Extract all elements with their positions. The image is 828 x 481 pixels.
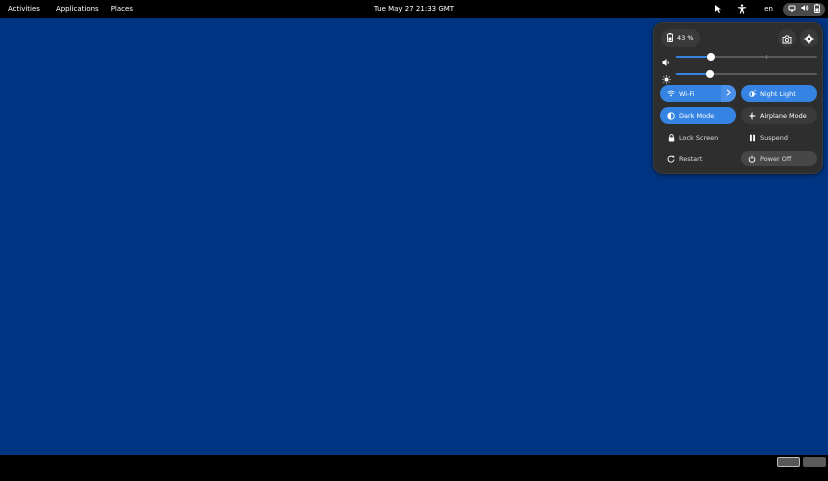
- wifi-menu-arrow[interactable]: [721, 85, 736, 102]
- dark-mode-icon: [666, 111, 676, 120]
- volume-slider[interactable]: [676, 53, 817, 61]
- restart-label: Restart: [679, 154, 703, 163]
- activities-button[interactable]: Activities: [2, 5, 46, 13]
- airplane-mode-toggle[interactable]: Airplane Mode: [741, 107, 817, 124]
- suspend-button[interactable]: Suspend: [741, 130, 817, 145]
- restart-button[interactable]: Restart: [660, 151, 736, 166]
- brightness-slider-handle[interactable]: [705, 70, 714, 78]
- gear-icon: [804, 29, 814, 48]
- airplane-mode-toggle-label: Airplane Mode: [760, 111, 807, 120]
- volume-slider-row: [661, 52, 817, 66]
- dark-mode-toggle[interactable]: Dark Mode: [660, 107, 736, 124]
- volume-slider-handle[interactable]: [707, 53, 716, 61]
- top-bar: Activities Applications Places Tue May 2…: [0, 0, 828, 18]
- clock[interactable]: Tue May 27 21:33 GMT: [374, 0, 454, 18]
- lock-screen-label: Lock Screen: [679, 133, 719, 142]
- brightness-slider[interactable]: [676, 70, 817, 78]
- lock-icon: [666, 133, 676, 142]
- places-menu[interactable]: Places: [105, 5, 139, 13]
- wifi-toggle[interactable]: Wi-Fi: [660, 85, 736, 102]
- airplane-icon: [747, 112, 757, 120]
- settings-button[interactable]: [800, 29, 818, 47]
- dark-mode-toggle-label: Dark Mode: [679, 111, 715, 120]
- power-off-label: Power Off: [760, 154, 792, 163]
- accessibility-icon[interactable]: [736, 3, 748, 15]
- battery-icon: [814, 3, 820, 15]
- keyboard-layout-indicator[interactable]: en: [760, 5, 777, 13]
- lock-screen-button[interactable]: Lock Screen: [660, 130, 736, 145]
- bottom-bar: [0, 455, 828, 481]
- workspace-1[interactable]: [777, 457, 800, 467]
- network-icon: [788, 4, 796, 14]
- night-light-icon: [747, 89, 757, 98]
- suspend-label: Suspend: [760, 133, 789, 142]
- wifi-toggle-label: Wi-Fi: [679, 89, 695, 98]
- applications-menu[interactable]: Applications: [50, 5, 105, 13]
- workspace-2[interactable]: [803, 457, 826, 467]
- quick-settings-panel: 43 % Wi-Fi Night Light Dark Mode Airplan…: [653, 22, 823, 174]
- battery-icon: [667, 32, 673, 44]
- power-off-button[interactable]: Power Off: [741, 151, 817, 166]
- system-status-menu[interactable]: [783, 2, 825, 16]
- battery-status[interactable]: 43 %: [661, 29, 700, 47]
- night-light-toggle[interactable]: Night Light: [741, 85, 817, 102]
- volume-icon: [801, 4, 809, 14]
- pointer-location-icon[interactable]: [712, 3, 724, 15]
- power-icon: [747, 155, 757, 163]
- wifi-icon: [666, 90, 676, 97]
- chevron-right-icon: [726, 89, 731, 98]
- battery-percentage: 43 %: [677, 34, 694, 42]
- brightness-slider-row: [661, 69, 817, 84]
- camera-icon: [782, 29, 792, 48]
- screenshot-button[interactable]: [778, 29, 796, 47]
- restart-icon: [666, 155, 676, 163]
- pause-icon: [747, 134, 757, 142]
- night-light-toggle-label: Night Light: [760, 89, 796, 98]
